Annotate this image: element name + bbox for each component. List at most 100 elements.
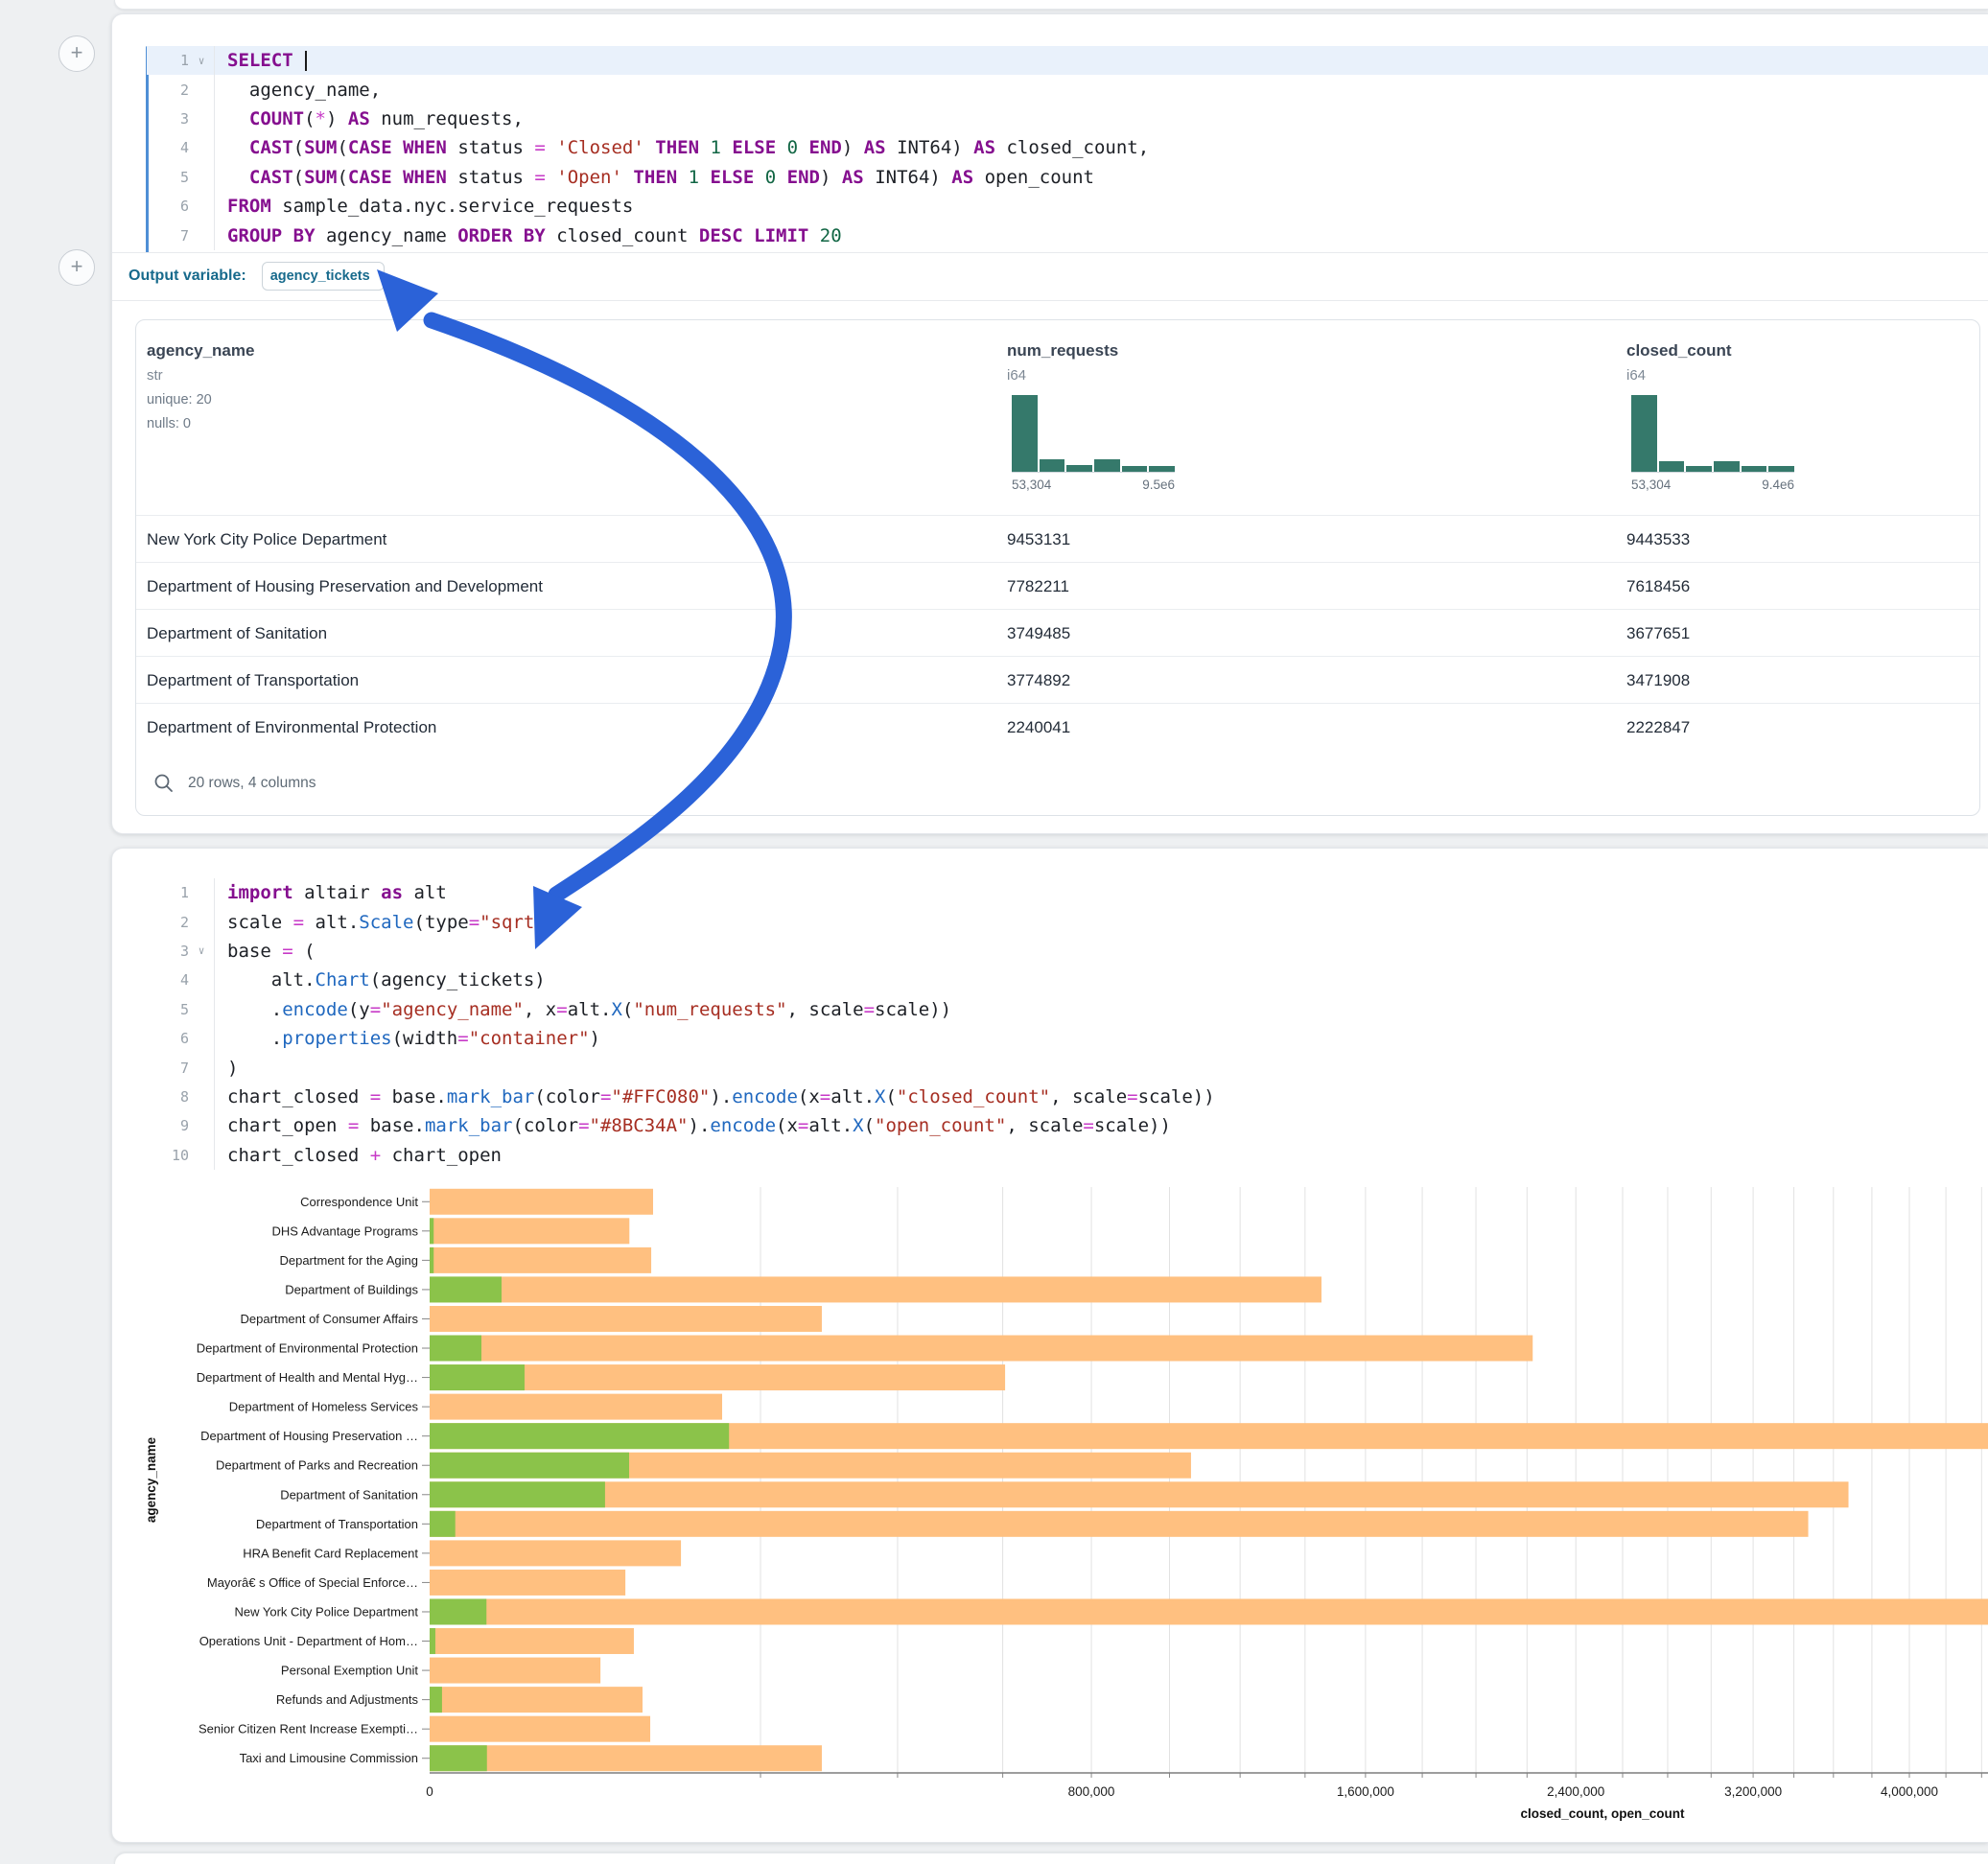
python-editor[interactable]: 1import altair as alt2scale = alt.Scale(… <box>112 878 1988 1170</box>
bar-closed-count[interactable] <box>430 1716 650 1742</box>
bar-open-count[interactable] <box>430 1745 487 1771</box>
table-cell: 7618456 <box>1626 577 1690 596</box>
table-cell: 7782211 <box>1007 577 1069 596</box>
line-number: 1 <box>112 52 189 69</box>
output-variable-chip[interactable]: agency_tickets <box>262 262 385 291</box>
y-axis-label: Refunds and Adjustments <box>276 1692 419 1707</box>
altair-bar-chart: Correspondence UnitDHS Advantage Program… <box>112 1165 1988 1836</box>
code-text: .encode(y="agency_name", x=alt.X("num_re… <box>214 995 1988 1024</box>
code-line[interactable]: 8chart_closed = base.mark_bar(color="#FF… <box>112 1083 1988 1111</box>
bar-closed-count[interactable] <box>430 1189 653 1215</box>
bar-closed-count[interactable] <box>430 1598 1988 1624</box>
code-line[interactable]: 6FROM sample_data.nyc.service_requests <box>112 192 1988 221</box>
bar-closed-count[interactable] <box>430 1658 600 1684</box>
bar-open-count[interactable] <box>430 1423 729 1449</box>
code-text: alt.Chart(agency_tickets) <box>214 966 1988 994</box>
add-cell-button[interactable]: + <box>58 35 95 72</box>
code-line[interactable]: 1import altair as alt <box>112 878 1988 907</box>
code-text: COUNT(*) AS num_requests, <box>214 105 1988 133</box>
bar-closed-count[interactable] <box>430 1511 1809 1537</box>
line-number: 5 <box>112 169 189 186</box>
table-row: Department of Environmental Protection 22… <box>136 703 1979 751</box>
bar-closed-count[interactable] <box>430 1247 651 1273</box>
line-number: 4 <box>112 971 189 989</box>
bar-open-count[interactable] <box>430 1276 502 1302</box>
sql-editor[interactable]: 1∨SELECT 2 agency_name,3 COUNT(*) AS num… <box>112 46 1988 250</box>
code-line[interactable]: 3 COUNT(*) AS num_requests, <box>112 105 1988 133</box>
output-variable-row: Output variable: agency_tickets <box>112 252 1988 300</box>
histogram-range-labels: 53,3049.4e6 <box>1631 478 1794 492</box>
column-header-agency_name[interactable]: agency_namestrunique: 20nulls: 0 <box>147 320 254 431</box>
table-cell: 2240041 <box>1007 718 1070 737</box>
y-axis-label: New York City Police Department <box>235 1604 419 1619</box>
code-line[interactable]: 3∨base = ( <box>112 937 1988 966</box>
table-cell: 9443533 <box>1626 530 1690 549</box>
line-number: 7 <box>112 227 189 245</box>
table-footer: 20 rows, 4 columns <box>136 752 1979 815</box>
fold-chevron-icon[interactable]: ∨ <box>189 944 214 957</box>
bar-closed-count[interactable] <box>430 1540 681 1566</box>
column-name: num_requests <box>1007 341 1175 361</box>
bar-closed-count[interactable] <box>430 1306 822 1332</box>
y-axis-label: Department of Environmental Protection <box>197 1341 418 1356</box>
bar-open-count[interactable] <box>430 1336 481 1362</box>
column-type: str <box>147 367 254 384</box>
bar-closed-count[interactable] <box>430 1394 722 1420</box>
column-header-closed_count[interactable]: closed_counti6453,3049.4e6 <box>1626 320 1794 492</box>
line-number: 5 <box>112 1001 189 1018</box>
bar-closed-count[interactable] <box>430 1745 822 1771</box>
code-line[interactable]: 7GROUP BY agency_name ORDER BY closed_co… <box>112 221 1988 249</box>
add-cell-button-2[interactable]: + <box>58 249 95 286</box>
code-line[interactable]: 4 CAST(SUM(CASE WHEN status = 'Closed' T… <box>112 133 1988 162</box>
column-name: agency_name <box>147 341 254 361</box>
code-line[interactable]: 5 CAST(SUM(CASE WHEN status = 'Open' THE… <box>112 163 1988 192</box>
fold-chevron-icon[interactable]: ∨ <box>189 55 214 67</box>
bar-open-count[interactable] <box>430 1364 525 1390</box>
code-line[interactable]: 6 .properties(width="container") <box>112 1024 1988 1053</box>
table-row: Department of Sanitation37494853677651 <box>136 609 1979 657</box>
code-text: .properties(width="container") <box>214 1024 1988 1053</box>
column-histogram <box>1631 395 1794 473</box>
bar-open-count[interactable] <box>430 1218 433 1244</box>
code-line[interactable]: 7) <box>112 1053 1988 1082</box>
table-cell: Department of Environmental Protection <box>147 718 436 737</box>
bar-open-count[interactable] <box>430 1511 456 1537</box>
table-cell: 3471908 <box>1626 671 1690 690</box>
bar-open-count[interactable] <box>430 1247 433 1273</box>
code-line[interactable]: 2scale = alt.Scale(type="sqrt") <box>112 907 1988 936</box>
result-table: 20 rows, 4 columns agency_namestr unique:… <box>135 319 1980 816</box>
y-axis-label: Department of Homeless Services <box>229 1400 419 1414</box>
next-cell-edge <box>114 1852 1988 1864</box>
line-number: 4 <box>112 139 189 156</box>
search-icon[interactable] <box>153 773 175 794</box>
table-cell: 3749485 <box>1007 624 1070 643</box>
code-line[interactable]: 9chart_open = base.mark_bar(color="#8BC3… <box>112 1111 1988 1140</box>
bar-open-count[interactable] <box>430 1481 605 1507</box>
bar-closed-count[interactable] <box>430 1628 634 1654</box>
output-variable-label: Output variable: <box>129 268 246 285</box>
code-line[interactable]: 2 agency_name, <box>112 75 1988 104</box>
bar-closed-count[interactable] <box>430 1687 643 1713</box>
table-cell: New York City Police Department <box>147 530 386 549</box>
code-line[interactable]: 4 alt.Chart(agency_tickets) <box>112 966 1988 994</box>
table-row-count: 20 rows, 4 columns <box>188 775 316 792</box>
code-line[interactable]: 1∨SELECT <box>112 46 1988 75</box>
bar-closed-count[interactable] <box>430 1218 629 1244</box>
code-line[interactable]: 5 .encode(y="agency_name", x=alt.X("num_… <box>112 995 1988 1024</box>
y-axis-label: Department of Buildings <box>285 1282 418 1296</box>
bar-open-count[interactable] <box>430 1687 442 1713</box>
bar-open-count[interactable] <box>430 1453 629 1479</box>
bar-closed-count[interactable] <box>430 1336 1532 1362</box>
column-stat: unique: 20 <box>147 392 254 408</box>
bar-open-count[interactable] <box>430 1628 435 1654</box>
column-header-num_requests[interactable]: num_requestsi6453,3049.5e6 <box>1007 320 1175 492</box>
bar-closed-count[interactable] <box>430 1276 1321 1302</box>
bar-closed-count[interactable] <box>430 1570 625 1596</box>
bar-closed-count[interactable] <box>430 1481 1849 1507</box>
table-cell: 3774892 <box>1007 671 1070 690</box>
divider <box>112 300 1988 301</box>
code-text: CAST(SUM(CASE WHEN status = 'Open' THEN … <box>214 163 1988 192</box>
bar-open-count[interactable] <box>430 1598 486 1624</box>
line-number: 10 <box>112 1147 189 1164</box>
y-axis-label: Operations Unit - Department of Hom… <box>199 1634 418 1648</box>
